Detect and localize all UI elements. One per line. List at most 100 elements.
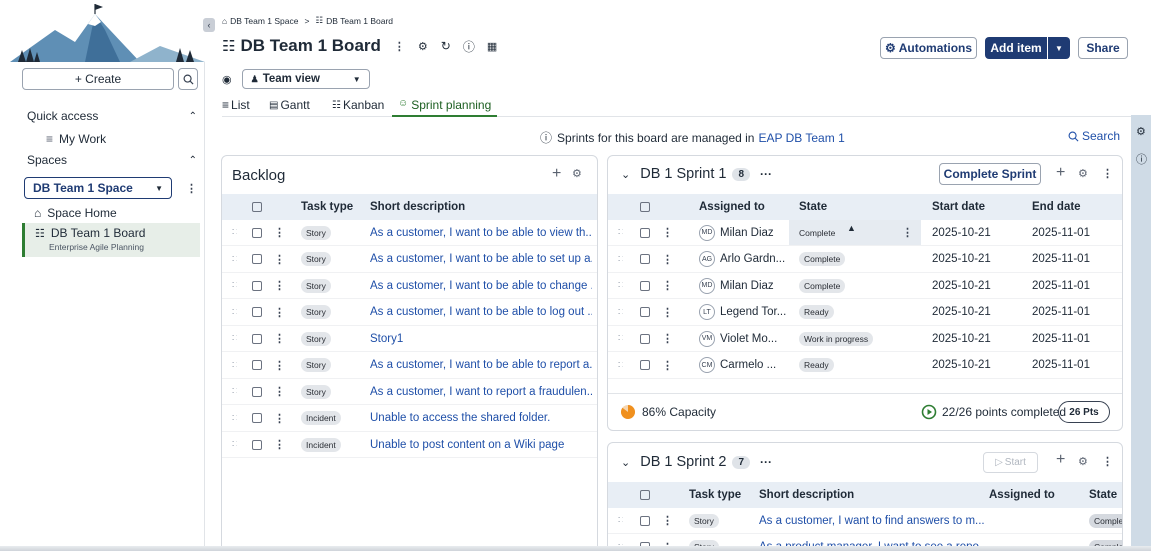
row-menu-button[interactable]: ⋮ <box>274 279 285 292</box>
row-checkbox[interactable] <box>252 307 262 317</box>
row-checkbox[interactable] <box>252 386 262 397</box>
share-button[interactable]: Share <box>1078 37 1128 59</box>
drag-handle-icon[interactable]: ∷ <box>618 360 623 371</box>
table-row[interactable]: ∷ ⋮ AG Arlo Gardn... Complete 2025-10-21 2025-… <box>608 247 1122 273</box>
drag-handle-icon[interactable]: ∷ <box>618 515 623 526</box>
quick-access-header[interactable]: Quick access ⌃ <box>27 109 197 123</box>
row-checkbox[interactable] <box>640 307 650 317</box>
complete-sprint-button[interactable]: Complete Sprint <box>939 163 1041 185</box>
drag-handle-icon[interactable]: ∷ <box>618 280 623 291</box>
row-checkbox[interactable] <box>252 413 262 423</box>
tab-sprint-planning[interactable]: ☺ Sprint planning <box>392 98 498 117</box>
select-all-checkbox[interactable] <box>252 202 262 212</box>
column-header-short-description[interactable]: Short description <box>759 482 854 508</box>
row-checkbox[interactable] <box>252 360 262 370</box>
tab-gantt[interactable]: ▤ Gantt <box>269 98 310 112</box>
sprint2-more-button[interactable]: ··· <box>760 455 772 469</box>
sidebar-item-space-home[interactable]: ⌂ Space Home <box>34 206 117 220</box>
chevron-down-icon[interactable]: ⌄ <box>621 168 630 181</box>
sprint2-filter-icon[interactable]: ⚙ <box>1078 455 1088 468</box>
drag-handle-icon[interactable]: ∷ <box>618 254 623 265</box>
sidebar-search-button[interactable] <box>178 68 198 90</box>
column-header-start-date[interactable]: Start date <box>932 194 985 220</box>
create-button[interactable]: + Create <box>22 68 174 90</box>
table-row[interactable]: ∷ ⋮ Story As a customer, I want to be able … <box>222 247 597 273</box>
table-row[interactable]: ∷ ⋮ VM Violet Mo... Work in progress 2025-10-… <box>608 326 1122 352</box>
row-description-link[interactable]: Unable to access the shared folder. <box>370 412 550 424</box>
tab-kanban[interactable]: ☷ Kanban <box>332 98 384 112</box>
table-row[interactable]: ∷ ⋮ Story As a customer, I want to be able … <box>222 273 597 299</box>
drag-handle-icon[interactable]: ∷ <box>618 227 623 238</box>
table-row[interactable]: ∷ ⋮ LT Legend Tor... Ready 2025-10-21 2025-11-… <box>608 300 1122 326</box>
sprint2-menu-button[interactable]: ⋮ <box>1102 455 1113 468</box>
drag-handle-icon[interactable]: ∷ <box>232 280 237 291</box>
add-item-button[interactable]: Add item <box>985 37 1047 59</box>
row-description-link[interactable]: Story1 <box>370 333 403 345</box>
search-link[interactable]: Search <box>1068 129 1120 143</box>
row-checkbox[interactable] <box>640 254 650 264</box>
tab-list[interactable]: ≡ List <box>222 98 250 112</box>
row-menu-button[interactable]: ⋮ <box>274 412 285 425</box>
row-description-link[interactable]: Unable to post content on a Wiki page <box>370 439 564 451</box>
row-menu-button[interactable]: ⋮ <box>274 226 285 239</box>
row-checkbox[interactable] <box>640 227 650 238</box>
row-checkbox[interactable] <box>640 280 650 291</box>
row-checkbox[interactable] <box>252 333 262 344</box>
row-description-link[interactable]: As a customer, I want to be able to repo… <box>370 359 592 371</box>
automations-button[interactable]: ⚙ Automations <box>880 37 977 59</box>
row-menu-button[interactable]: ⋮ <box>662 279 673 292</box>
row-checkbox[interactable] <box>252 439 262 450</box>
table-row[interactable]: ∷ ⋮ Story As a customer, I want to find ans… <box>608 508 1122 534</box>
sidebar-collapse-button[interactable]: ‹ <box>203 18 215 32</box>
chevron-down-icon[interactable]: ⌄ <box>621 456 630 469</box>
sprint1-more-button[interactable]: ··· <box>760 167 772 181</box>
table-row[interactable]: ∷ ⋮ MD Milan Diaz Complete 2025-10-21 2025-11-… <box>608 273 1122 299</box>
drag-handle-icon[interactable]: ∷ <box>618 307 623 318</box>
view-select[interactable]: ♟ Team view ▼ <box>241 69 370 89</box>
sprint1-filter-icon[interactable]: ⚙ <box>1078 167 1088 180</box>
space-select[interactable]: DB Team 1 Space ▼ <box>24 177 172 199</box>
table-row[interactable]: ∷ ⋮ Incident Unable to access the shared fo… <box>222 406 597 432</box>
title-menu-button[interactable]: ⋮ <box>394 40 405 53</box>
select-all-checkbox[interactable] <box>640 490 650 500</box>
row-menu-button[interactable]: ⋮ <box>662 514 673 527</box>
row-menu-button[interactable]: ⋮ <box>662 306 673 319</box>
table-row[interactable]: ∷ ⋮ Incident Unable to post content on a Wi… <box>222 432 597 458</box>
info-link[interactable]: EAP DB Team 1 <box>758 131 844 145</box>
row-menu-button[interactable]: ⋮ <box>662 226 673 239</box>
row-menu-button[interactable]: ⋮ <box>274 359 285 372</box>
drag-handle-icon[interactable]: ∷ <box>232 307 237 318</box>
row-checkbox[interactable] <box>252 254 262 264</box>
row-menu-button[interactable]: ⋮ <box>274 385 285 398</box>
row-checkbox[interactable] <box>640 360 650 370</box>
row-menu-button[interactable]: ⋮ <box>274 332 285 345</box>
breadcrumb-board[interactable]: DB Team 1 Board <box>326 16 393 26</box>
binoculars-icon[interactable]: ◉ <box>222 73 232 86</box>
drag-handle-icon[interactable]: ∷ <box>232 439 237 450</box>
info-icon[interactable]: ⓘ <box>1136 151 1147 167</box>
table-row[interactable]: ∷ ⋮ Story As a customer, I want to be able … <box>222 220 597 246</box>
drag-handle-icon[interactable]: ∷ <box>232 254 237 265</box>
sidebar-item-board[interactable]: ☷ DB Team 1 Board Enterprise Agile Plann… <box>22 223 200 257</box>
sidebar-item-my-work[interactable]: ≡ My Work <box>46 132 106 146</box>
drag-handle-icon[interactable]: ∷ <box>232 413 237 424</box>
drag-handle-icon[interactable]: ∷ <box>232 360 237 371</box>
column-header-assigned-to[interactable]: Assigned to <box>989 482 1055 508</box>
column-header-state[interactable]: State <box>799 194 827 220</box>
table-row[interactable]: ∷ ⋮ MD Milan Diaz Complete ▲ ⋮ 2025-10-21 2025-1… <box>608 220 1122 246</box>
table-row[interactable]: ∷ ⋮ Story As a customer, I want to report a… <box>222 379 597 405</box>
row-menu-button[interactable]: ⋮ <box>662 253 673 266</box>
row-description-link[interactable]: As a customer, I want to be able to chan… <box>370 280 592 292</box>
breadcrumb-space[interactable]: DB Team 1 Space <box>230 16 298 26</box>
row-description-link[interactable]: As a customer, I want to be able to view… <box>370 227 592 239</box>
sprint1-menu-button[interactable]: ⋮ <box>1102 167 1113 180</box>
drag-handle-icon[interactable]: ∷ <box>618 333 623 344</box>
row-checkbox[interactable] <box>640 333 650 344</box>
drag-handle-icon[interactable]: ∷ <box>232 386 237 397</box>
sprint2-add-button[interactable]: + <box>1056 451 1065 469</box>
row-checkbox[interactable] <box>252 280 262 291</box>
sprint1-add-button[interactable]: + <box>1056 164 1065 182</box>
table-row[interactable]: ∷ ⋮ Story Story1 <box>222 326 597 352</box>
row-menu-button[interactable]: ⋮ <box>662 359 673 372</box>
row-menu-button[interactable]: ⋮ <box>274 438 285 451</box>
